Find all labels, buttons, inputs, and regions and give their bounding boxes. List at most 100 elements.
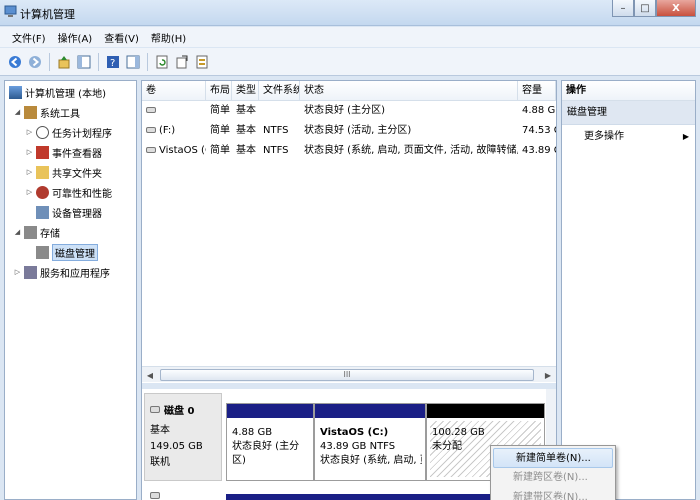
console-tree-icon	[77, 55, 91, 68]
tree-item-root[interactable]: 计算机管理 (本地)	[7, 83, 106, 101]
refresh-icon	[156, 55, 168, 68]
storage-icon	[24, 225, 37, 239]
tree-item-label: 设备管理器	[52, 208, 102, 220]
column-header-type[interactable]: 类型	[232, 81, 259, 101]
column-header-status[interactable]: 状态	[300, 81, 518, 101]
tree-item-task-scheduler[interactable]: ▷ 任务计划程序	[25, 123, 112, 141]
status-cell: 状态良好 (主分区)	[304, 105, 385, 116]
column-header-volume[interactable]: 卷	[142, 81, 206, 101]
up-button[interactable]	[55, 53, 73, 71]
menu-file[interactable]: 文件(F)	[6, 30, 52, 45]
drive-icon	[146, 127, 156, 133]
forward-button[interactable]	[26, 53, 44, 71]
disk-icon	[150, 492, 160, 499]
menu-item-new-spanned-volume[interactable]: 新建跨区卷(N)...	[491, 468, 615, 488]
disk-icon	[150, 406, 160, 413]
partition-size: 100.28 GB	[432, 427, 485, 438]
back-button[interactable]	[6, 53, 24, 71]
expanded-arrow-icon[interactable]: ◢	[13, 108, 22, 116]
actions-pane: 操作 磁盘管理 更多操作 ▶	[561, 80, 696, 500]
more-actions-item[interactable]: 更多操作 ▶	[562, 125, 695, 149]
collapsed-arrow-icon[interactable]: ▷	[13, 268, 22, 276]
capacity-cell: 4.88 GB	[522, 105, 556, 116]
table-row[interactable]: VistaOS (C:) 简单 基本 NTFS 状态良好 (系统, 启动, 页面…	[142, 141, 556, 161]
minimize-button[interactable]: –	[612, 0, 634, 17]
refresh-button[interactable]	[153, 53, 171, 71]
type-cell: 基本	[236, 105, 256, 116]
help-topics-button[interactable]	[193, 53, 211, 71]
menu-item-new-striped-volume[interactable]: 新建带区卷(N)...	[491, 488, 615, 500]
tree-item-storage[interactable]: ◢ 存储	[13, 223, 60, 241]
export-button[interactable]	[173, 53, 191, 71]
tree-item-label: 事件查看器	[52, 148, 102, 160]
drive-icon	[146, 107, 156, 113]
console-tree-button[interactable]	[75, 53, 93, 71]
tools-icon	[24, 105, 37, 119]
tree-item-device-manager[interactable]: 设备管理器	[34, 203, 102, 221]
scrollbar-thumb[interactable]: III	[160, 369, 534, 381]
disk-state: 联机	[150, 457, 170, 468]
menu-help[interactable]: 帮助(H)	[145, 30, 192, 45]
disk-0-info[interactable]: 磁盘 0 基本 149.05 GB 联机	[144, 393, 222, 481]
tree-item-system-tools[interactable]: ◢ 系统工具	[13, 103, 80, 121]
computer-management-icon	[9, 85, 22, 99]
properties-icon	[126, 55, 140, 68]
table-row[interactable]: 简单 基本 状态良好 (主分区) 4.88 GB	[142, 101, 556, 121]
column-header-filesystem[interactable]: 文件系统	[259, 81, 300, 101]
disk-management-pane: 卷 布局 类型 文件系统 状态 容量 简单 基本 状态良好 (主分区) 4.88…	[141, 80, 557, 500]
context-menu: 新建简单卷(N)... 新建跨区卷(N)... 新建带区卷(N)...	[490, 445, 616, 500]
tree-item-reliability[interactable]: ▷ 可靠性和性能	[25, 183, 112, 201]
shared-folder-icon	[36, 165, 49, 179]
close-button[interactable]: X	[656, 0, 696, 17]
tree-item-services-apps[interactable]: ▷ 服务和应用程序	[13, 263, 110, 281]
tree-item-event-viewer[interactable]: ▷ 事件查看器	[25, 143, 102, 161]
column-header-layout[interactable]: 布局	[206, 81, 232, 101]
scroll-left-icon[interactable]: ◀	[142, 367, 158, 383]
tree-item-label: 磁盘管理	[52, 243, 98, 261]
event-viewer-icon	[36, 145, 49, 159]
clock-icon	[36, 125, 49, 139]
maximize-button[interactable]: □	[634, 0, 656, 17]
tree-item-shared-folders[interactable]: ▷ 共享文件夹	[25, 163, 102, 181]
submenu-arrow-icon: ▶	[682, 132, 689, 141]
partition-name: VistaOS (C:)	[320, 427, 389, 438]
filesystem-cell	[259, 101, 300, 121]
volume-cell: (F:)	[142, 121, 206, 141]
layout-cell: 简单	[210, 125, 230, 136]
partition-primary[interactable]: 4.88 GB 状态良好 (主分区)	[226, 403, 314, 481]
menu-item-new-simple-volume[interactable]: 新建简单卷(N)...	[493, 448, 613, 468]
table-row[interactable]: (F:) 简单 基本 NTFS 状态良好 (活动, 主分区) 74.53 GB	[142, 121, 556, 141]
column-header-capacity[interactable]: 容量	[518, 81, 556, 101]
tree-item-disk-management[interactable]: 磁盘管理	[34, 243, 98, 261]
menu-action[interactable]: 操作(A)	[52, 30, 99, 45]
actions-section-disk-management[interactable]: 磁盘管理	[562, 101, 695, 125]
tree-item-label: 共享文件夹	[52, 168, 102, 180]
capacity-cell: 74.53 GB	[522, 125, 556, 136]
collapsed-arrow-icon[interactable]: ▷	[25, 148, 34, 156]
status-cell: 状态良好 (系统, 启动, 页面文件, 活动, 故障转储, 主分区)	[304, 145, 518, 156]
properties-button[interactable]	[124, 53, 142, 71]
horizontal-scrollbar[interactable]: ◀ III ▶	[142, 366, 556, 382]
partition-bar	[227, 404, 313, 418]
tree-item-label: 任务计划程序	[52, 128, 112, 140]
collapsed-arrow-icon[interactable]: ▷	[25, 168, 34, 176]
scroll-right-icon[interactable]: ▶	[540, 367, 556, 383]
partition-status: 状态良好 (系统, 启动, 页面	[320, 455, 422, 466]
console-tree: 计算机管理 (本地) ◢ 系统工具 ▷ 任务计划程序 ▷ 事件查看器 ▷ 共享文…	[4, 80, 137, 500]
collapsed-arrow-icon[interactable]: ▷	[25, 128, 34, 136]
toolbar-separator	[147, 52, 148, 71]
partition-size: 43.89 GB NTFS	[320, 441, 396, 452]
partition-size: 4.88 GB	[232, 427, 273, 438]
volume-name: (F:)	[159, 125, 176, 136]
partition-vistaos[interactable]: VistaOS (C:) 43.89 GB NTFS 状态良好 (系统, 启动,…	[314, 403, 426, 481]
help-button[interactable]: ?	[104, 53, 122, 71]
title-bar: 计算机管理 – □ X	[0, 0, 700, 26]
svg-text:?: ?	[110, 58, 115, 69]
actions-title: 操作	[562, 81, 695, 101]
device-manager-icon	[36, 205, 49, 219]
type-cell: 基本	[236, 145, 256, 156]
collapsed-arrow-icon[interactable]: ▷	[25, 188, 34, 196]
expanded-arrow-icon[interactable]: ◢	[13, 228, 22, 236]
disk-type: 基本	[150, 425, 170, 436]
menu-view[interactable]: 查看(V)	[98, 30, 145, 45]
